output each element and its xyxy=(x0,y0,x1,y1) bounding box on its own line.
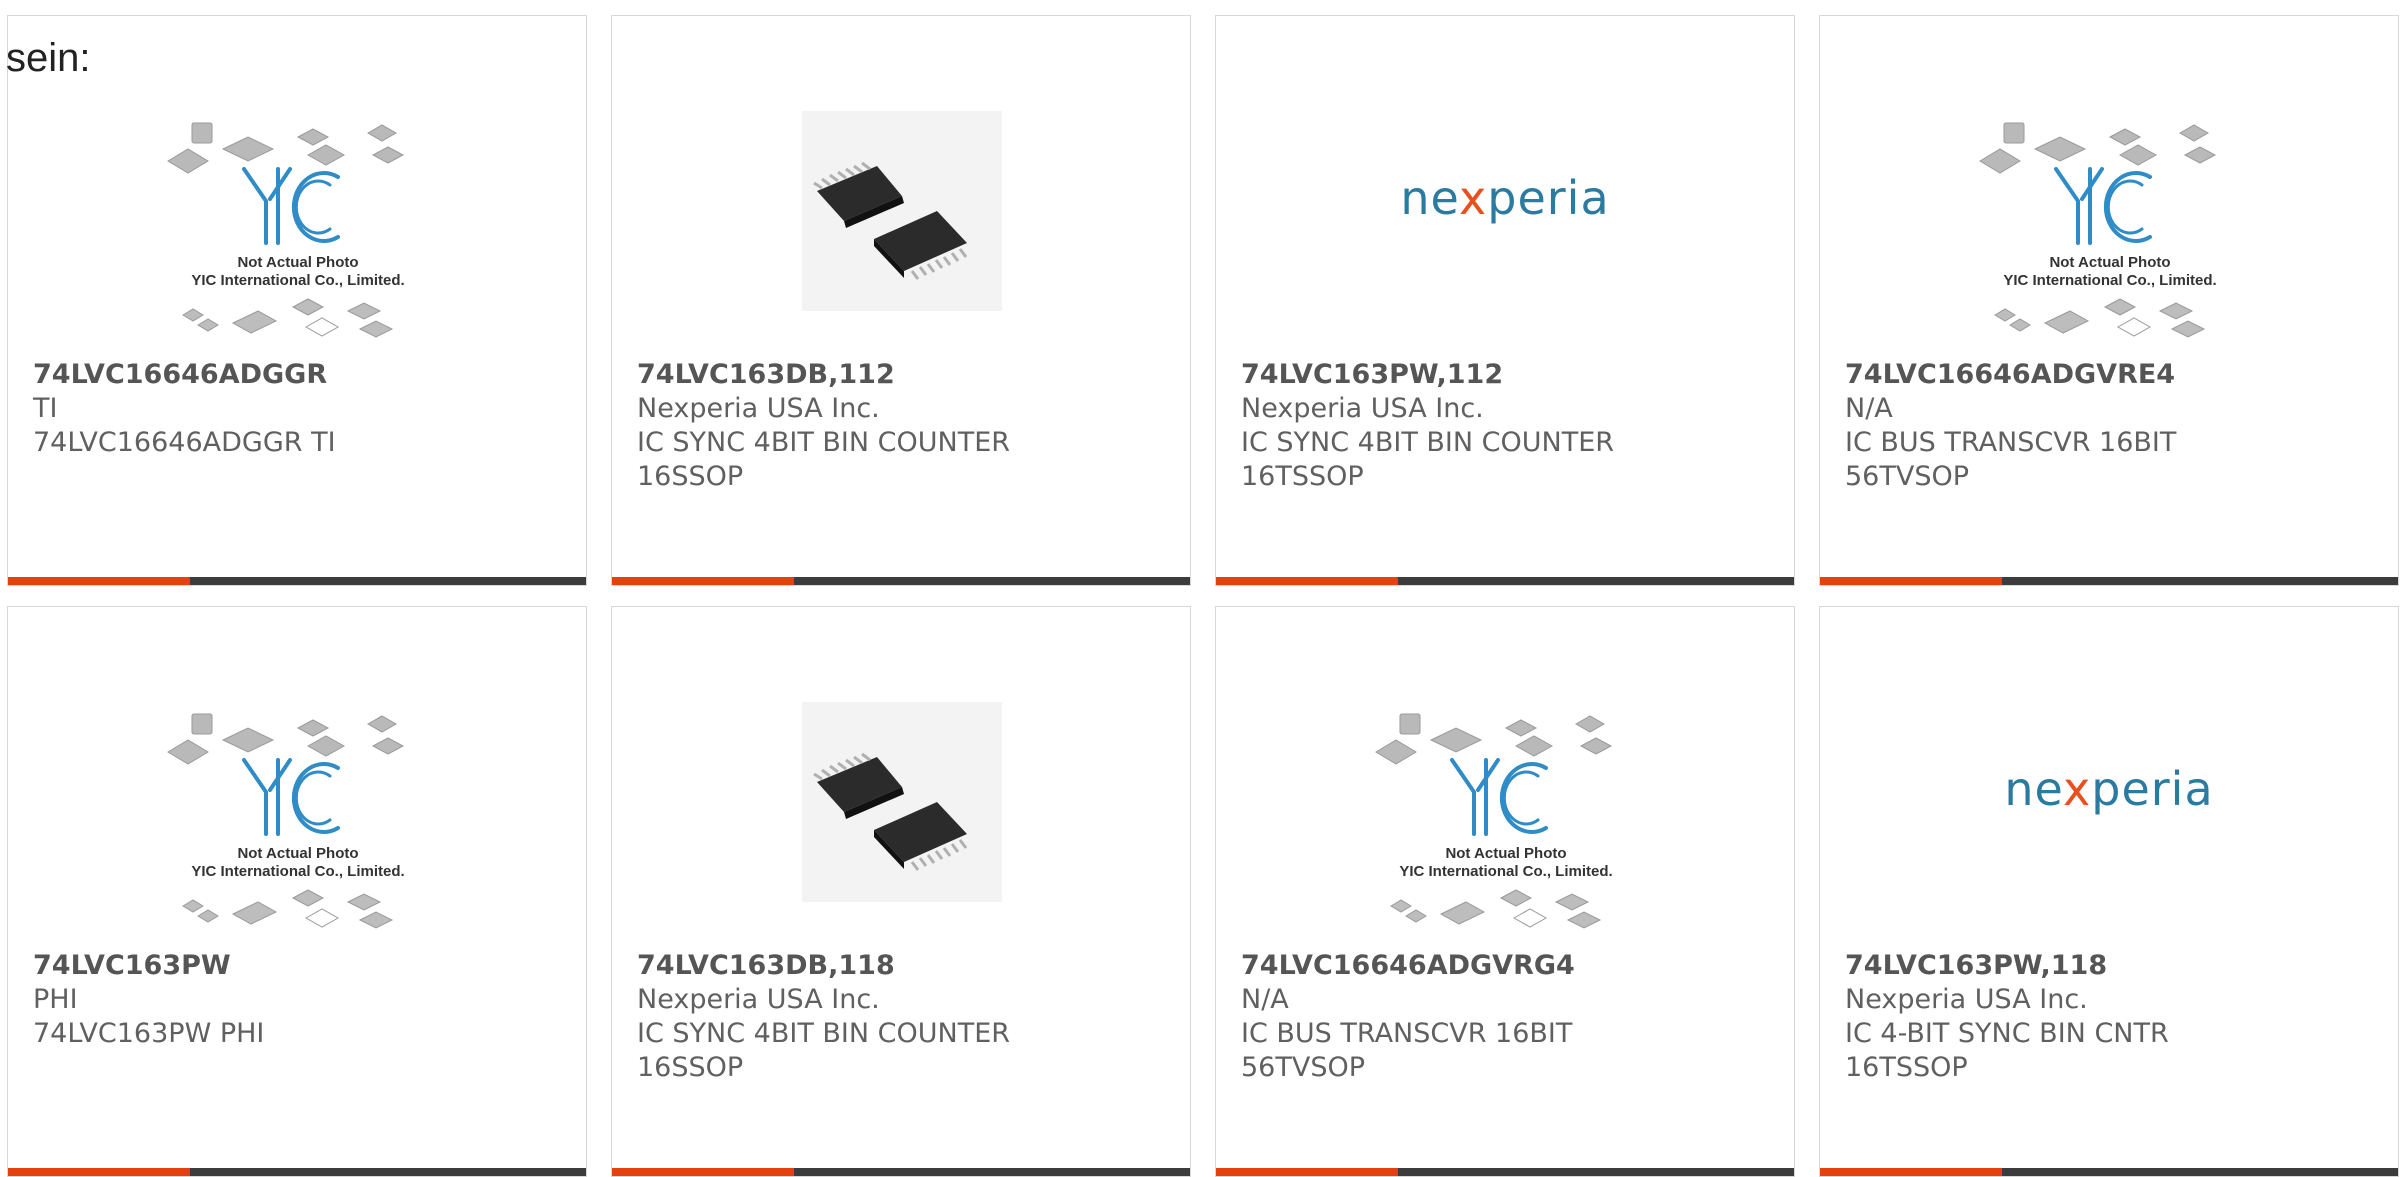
manufacturer-name: Nexperia USA Inc. xyxy=(1241,393,1484,424)
product-description: IC BUS TRANSCVR 16BIT xyxy=(1241,1018,1573,1049)
nexperia-logo: nexperia xyxy=(2004,762,2214,816)
product-description: 74LVC163PW PHI xyxy=(33,1018,265,1049)
placeholder-note-line2: YIC International Co., Limited. xyxy=(191,272,404,289)
chip-package-photo xyxy=(802,111,1002,311)
product-description: IC BUS TRANSCVR 16BIT xyxy=(1845,427,2177,458)
placeholder-note-line2: YIC International Co., Limited. xyxy=(1399,863,1612,880)
placeholder-note-line2: YIC International Co., Limited. xyxy=(2003,272,2216,289)
chip-package-photo xyxy=(802,702,1002,902)
yic-placeholder-image: Not Actual Photo YIC International Co., … xyxy=(1979,122,2217,338)
product-description: IC SYNC 4BIT BIN COUNTER xyxy=(637,1018,1011,1049)
product-image[interactable]: Not Actual Photo YIC International Co., … xyxy=(8,662,586,962)
product-info: 74LVC163PW,112 Nexperia USA Inc. IC SYNC 4… xyxy=(1241,358,1774,494)
part-number[interactable]: 74LVC163PW xyxy=(33,949,566,983)
card-accent-bar xyxy=(612,1168,1190,1176)
placeholder-note-line1: Not Actual Photo xyxy=(1445,845,1566,862)
manufacturer-name: Nexperia USA Inc. xyxy=(637,984,880,1015)
manufacturer-name: PHI xyxy=(33,984,78,1015)
part-number[interactable]: 74LVC163DB,112 xyxy=(637,358,1170,392)
manufacturer-name: N/A xyxy=(1241,984,1289,1015)
yic-placeholder-image: Not Actual Photo YIC International Co., … xyxy=(1375,713,1613,929)
placeholder-note-line1: Not Actual Photo xyxy=(237,254,358,271)
product-package: 16SSOP xyxy=(637,1052,744,1083)
product-info: 74LVC16646ADGGR TI 74LVC16646ADGGR TI xyxy=(33,358,566,460)
product-description: 74LVC16646ADGGR TI xyxy=(33,427,336,458)
product-image[interactable]: Not Actual Photo YIC International Co., … xyxy=(1820,71,2398,371)
card-accent-highlight xyxy=(1216,577,1398,585)
manufacturer-name: N/A xyxy=(1845,393,1893,424)
manufacturer-name: Nexperia USA Inc. xyxy=(637,393,880,424)
product-grid: Not Actual Photo YIC International Co., … xyxy=(7,15,2399,1177)
product-package: 16TSSOP xyxy=(1845,1052,1968,1083)
card-accent-highlight xyxy=(612,577,794,585)
manufacturer-name: TI xyxy=(33,393,58,424)
product-card[interactable]: Not Actual Photo YIC International Co., … xyxy=(7,15,587,586)
yic-placeholder-image: Not Actual Photo YIC International Co., … xyxy=(167,713,405,929)
card-accent-bar xyxy=(8,577,586,585)
product-info: 74LVC163PW,118 Nexperia USA Inc. IC 4-BIT … xyxy=(1845,949,2378,1085)
card-accent-highlight xyxy=(8,1168,190,1176)
product-info: 74LVC16646ADGVRG4 N/A IC BUS TRANSCVR 16BI… xyxy=(1241,949,1774,1085)
card-accent-bar xyxy=(1216,577,1794,585)
product-info: 74LVC163DB,112 Nexperia USA Inc. IC SYNC 4… xyxy=(637,358,1170,494)
product-card[interactable]: Not Actual Photo YIC International Co., … xyxy=(1819,15,2399,586)
card-accent-bar xyxy=(1820,1168,2398,1176)
card-accent-bar xyxy=(8,1168,586,1176)
product-package: 56TVSOP xyxy=(1845,461,1969,492)
product-package: 56TVSOP xyxy=(1241,1052,1365,1083)
card-accent-bar xyxy=(1216,1168,1794,1176)
product-card[interactable]: nexperia 74LVC163PW,112 Nexperia USA Inc.… xyxy=(1215,15,1795,586)
card-accent-bar xyxy=(1820,577,2398,585)
nexperia-logo: nexperia xyxy=(1400,171,1610,225)
card-accent-bar xyxy=(612,577,1190,585)
product-package: 16SSOP xyxy=(637,461,744,492)
part-number[interactable]: 74LVC16646ADGVRG4 xyxy=(1241,949,1774,983)
product-description: IC 4-BIT SYNC BIN CNTR xyxy=(1845,1018,2169,1049)
part-number[interactable]: 74LVC16646ADGGR xyxy=(33,358,566,392)
product-image[interactable] xyxy=(612,71,1190,371)
manufacturer-name: Nexperia USA Inc. xyxy=(1845,984,2088,1015)
product-info: 74LVC163PW PHI 74LVC163PW PHI xyxy=(33,949,566,1051)
product-card[interactable]: 74LVC163DB,112 Nexperia USA Inc. IC SYNC 4… xyxy=(611,15,1191,586)
card-accent-highlight xyxy=(8,577,190,585)
part-number[interactable]: 74LVC163PW,112 xyxy=(1241,358,1774,392)
product-image[interactable]: Not Actual Photo YIC International Co., … xyxy=(8,71,586,371)
product-image[interactable] xyxy=(612,662,1190,962)
placeholder-note-line1: Not Actual Photo xyxy=(2049,254,2170,271)
product-description: IC SYNC 4BIT BIN COUNTER xyxy=(637,427,1011,458)
part-number[interactable]: 74LVC163PW,118 xyxy=(1845,949,2378,983)
product-card[interactable]: Not Actual Photo YIC International Co., … xyxy=(7,606,587,1177)
page-heading-fragment: sein: xyxy=(6,36,91,80)
placeholder-note-line1: Not Actual Photo xyxy=(237,845,358,862)
product-info: 74LVC163DB,118 Nexperia USA Inc. IC SYNC 4… xyxy=(637,949,1170,1085)
product-package: 16TSSOP xyxy=(1241,461,1364,492)
product-description: IC SYNC 4BIT BIN COUNTER xyxy=(1241,427,1615,458)
card-accent-highlight xyxy=(1216,1168,1398,1176)
card-accent-highlight xyxy=(612,1168,794,1176)
product-card[interactable]: nexperia 74LVC163PW,118 Nexperia USA Inc.… xyxy=(1819,606,2399,1177)
product-image[interactable]: nexperia xyxy=(1820,662,2398,962)
product-image[interactable]: nexperia xyxy=(1216,71,1794,371)
card-accent-highlight xyxy=(1820,1168,2002,1176)
yic-placeholder-image: Not Actual Photo YIC International Co., … xyxy=(167,122,405,338)
product-card[interactable]: Not Actual Photo YIC International Co., … xyxy=(1215,606,1795,1177)
product-image[interactable]: Not Actual Photo YIC International Co., … xyxy=(1216,662,1794,962)
card-accent-highlight xyxy=(1820,577,2002,585)
part-number[interactable]: 74LVC16646ADGVRE4 xyxy=(1845,358,2378,392)
product-info: 74LVC16646ADGVRE4 N/A IC BUS TRANSCVR 16BI… xyxy=(1845,358,2378,494)
part-number[interactable]: 74LVC163DB,118 xyxy=(637,949,1170,983)
placeholder-note-line2: YIC International Co., Limited. xyxy=(191,863,404,880)
product-card[interactable]: 74LVC163DB,118 Nexperia USA Inc. IC SYNC 4… xyxy=(611,606,1191,1177)
